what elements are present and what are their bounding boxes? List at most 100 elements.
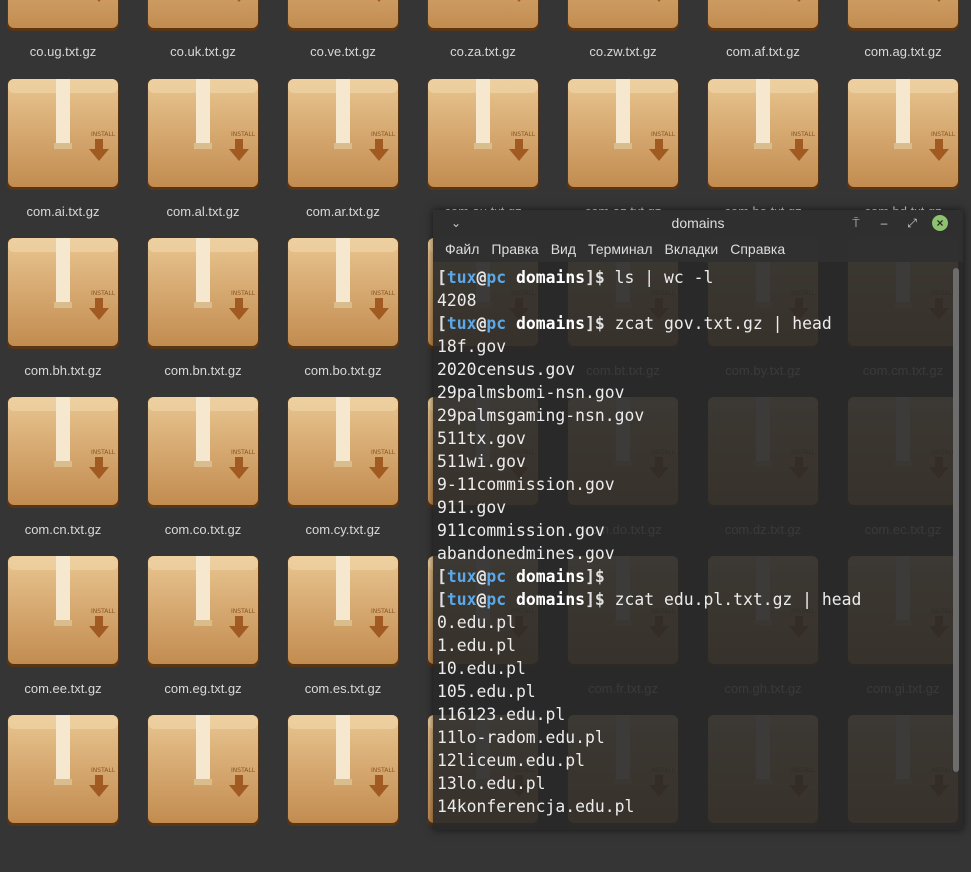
maximize-icon[interactable]: ⤢ <box>903 214 921 232</box>
svg-text:INSTALL: INSTALL <box>371 767 396 774</box>
desktop-file[interactable]: INSTALL com.cy.txt.gz <box>280 395 420 554</box>
prompt-segment: pc <box>486 567 507 586</box>
svg-text:INSTALL: INSTALL <box>371 608 396 615</box>
package-icon: INSTALL <box>567 0 679 31</box>
desktop-file[interactable]: INSTALL com.al.txt.gz <box>140 77 280 236</box>
desktop-file[interactable]: INSTALL <box>280 713 420 872</box>
desktop-file[interactable]: INSTALL com.ai.txt.gz <box>0 77 140 236</box>
file-name: com.ag.txt.gz <box>864 44 942 59</box>
minimize-icon[interactable]: – <box>875 214 893 232</box>
prompt-segment: ]$ <box>585 314 605 333</box>
package-icon: INSTALL <box>7 556 119 667</box>
svg-text:INSTALL: INSTALL <box>231 767 256 774</box>
menu-edit[interactable]: Правка <box>479 241 538 257</box>
package-icon: INSTALL <box>147 715 259 826</box>
menu-file[interactable]: Файл <box>433 241 479 257</box>
package-icon: INSTALL <box>287 715 399 826</box>
package-icon: INSTALL <box>287 79 399 190</box>
terminal-titlebar[interactable]: ⌄ domains ⍑ – ⤢ × <box>433 210 963 236</box>
package-icon: INSTALL <box>707 79 819 190</box>
svg-text:INSTALL: INSTALL <box>91 290 116 297</box>
svg-text:INSTALL: INSTALL <box>511 131 536 138</box>
command-text: zcat gov.txt.gz | head <box>604 314 832 333</box>
menubar: Файл Правка Вид Терминал Вкладки Справка <box>433 236 963 262</box>
file-name: com.es.txt.gz <box>304 681 382 696</box>
svg-text:INSTALL: INSTALL <box>931 131 956 138</box>
file-name: co.uk.txt.gz <box>170 44 236 59</box>
terminal-output-line: 911commission.gov <box>437 521 605 540</box>
file-name: com.af.txt.gz <box>726 44 800 59</box>
terminal-output-line: 2020census.gov <box>437 360 576 379</box>
desktop-file[interactable]: INSTALL com.es.txt.gz <box>280 554 420 713</box>
prompt-segment: tux <box>446 590 477 609</box>
prompt-segment: @ <box>476 268 487 287</box>
package-icon: INSTALL <box>847 0 959 31</box>
svg-text:INSTALL: INSTALL <box>231 608 256 615</box>
file-name: com.bo.txt.gz <box>304 363 382 378</box>
terminal-output-line: 11lo-radom.edu.pl <box>437 728 605 747</box>
prompt-segment: ]$ <box>585 567 605 586</box>
desktop-file[interactable]: INSTALL <box>0 713 140 872</box>
prompt-segment: ]$ <box>585 590 605 609</box>
prompt-segment: tux <box>446 314 477 333</box>
close-button[interactable]: × <box>931 214 949 232</box>
desktop-file[interactable]: INSTALL com.bh.txt.gz <box>0 236 140 395</box>
file-name: com.bh.txt.gz <box>24 363 102 378</box>
svg-text:INSTALL: INSTALL <box>791 131 816 138</box>
package-icon: INSTALL <box>147 556 259 667</box>
package-icon: INSTALL <box>567 79 679 190</box>
file-name: co.ug.txt.gz <box>29 44 97 59</box>
menu-view[interactable]: Вид <box>539 241 576 257</box>
package-icon: INSTALL <box>147 397 259 508</box>
svg-text:INSTALL: INSTALL <box>371 449 396 456</box>
svg-text:INSTALL: INSTALL <box>371 131 396 138</box>
prompt-segment: domains <box>506 268 586 287</box>
package-icon: INSTALL <box>847 79 959 190</box>
package-icon: INSTALL <box>7 715 119 826</box>
package-icon: INSTALL <box>147 238 259 349</box>
prompt-segment: @ <box>476 590 487 609</box>
terminal-output-line: 911.gov <box>437 498 507 517</box>
file-name: co.ve.txt.gz <box>310 44 376 59</box>
package-icon: INSTALL <box>7 238 119 349</box>
file-name: co.zw.txt.gz <box>589 44 657 59</box>
menu-terminal[interactable]: Терминал <box>576 241 652 257</box>
desktop-file[interactable]: INSTALL com.bo.txt.gz <box>280 236 420 395</box>
package-icon: INSTALL <box>287 0 399 31</box>
svg-text:INSTALL: INSTALL <box>231 131 256 138</box>
terminal-output[interactable]: [tux@pc domains]$ ls | wc -l 4208 [tux@pc … <box>437 266 947 826</box>
prompt-segment: ]$ <box>585 268 605 287</box>
prompt-segment: tux <box>446 268 477 287</box>
desktop-file[interactable]: INSTALL <box>140 713 280 872</box>
command-text: ls | wc -l <box>604 268 714 287</box>
prompt-segment: tux <box>446 567 477 586</box>
terminal-output-line: 29palmsbomi-nsn.gov <box>437 383 625 402</box>
desktop-file[interactable]: INSTALL com.bn.txt.gz <box>140 236 280 395</box>
svg-text:INSTALL: INSTALL <box>231 290 256 297</box>
desktop-file[interactable]: INSTALL com.ee.txt.gz <box>0 554 140 713</box>
package-icon: INSTALL <box>287 238 399 349</box>
pin-icon[interactable]: ⍑ <box>847 214 865 232</box>
file-name: com.ai.txt.gz <box>26 204 100 219</box>
file-name: com.cy.txt.gz <box>305 522 381 537</box>
package-icon: INSTALL <box>147 0 259 31</box>
desktop-file[interactable]: INSTALL com.co.txt.gz <box>140 395 280 554</box>
svg-text:INSTALL: INSTALL <box>231 449 256 456</box>
package-icon: INSTALL <box>147 79 259 190</box>
menu-help[interactable]: Справка <box>718 241 785 257</box>
svg-text:INSTALL: INSTALL <box>91 767 116 774</box>
file-name: com.bn.txt.gz <box>164 363 242 378</box>
desktop-file[interactable]: INSTALL com.eg.txt.gz <box>140 554 280 713</box>
desktop-file[interactable]: INSTALL com.ar.txt.gz <box>280 77 420 236</box>
prompt-segment: @ <box>476 314 487 333</box>
menu-tabs[interactable]: Вкладки <box>653 241 719 257</box>
desktop-file[interactable]: INSTALL com.cn.txt.gz <box>0 395 140 554</box>
command-text: zcat edu.pl.txt.gz | head <box>604 590 862 609</box>
terminal-window[interactable]: ⌄ domains ⍑ – ⤢ × Файл Правка Вид Термин… <box>433 210 963 830</box>
terminal-output-line: abandonedmines.gov <box>437 544 615 563</box>
file-name: com.ee.txt.gz <box>24 681 102 696</box>
terminal-output-line: 14konferencja.edu.pl <box>437 797 635 816</box>
terminal-output-line: 10.edu.pl <box>437 659 526 678</box>
file-name: com.al.txt.gz <box>166 204 240 219</box>
scrollbar[interactable] <box>953 268 959 772</box>
